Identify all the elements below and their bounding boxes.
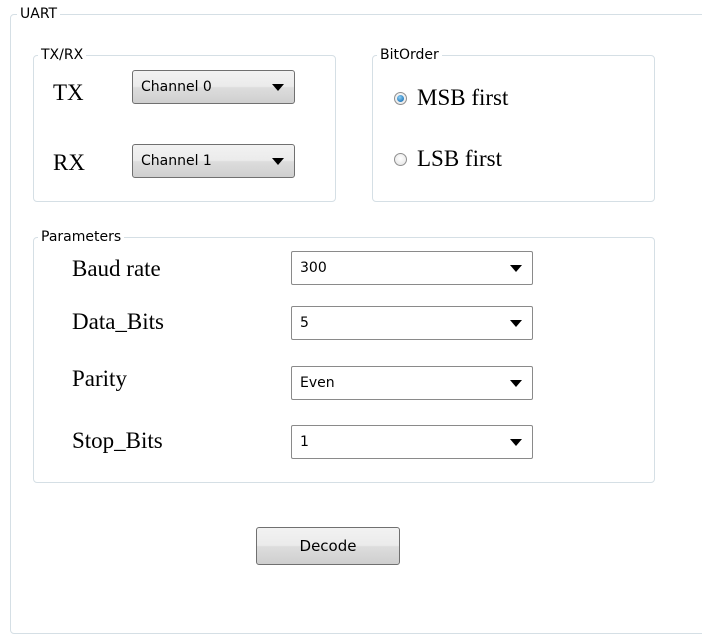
chevron-down-icon [510,264,522,272]
baud-rate-value: 300 [300,260,327,276]
data-bits-value: 5 [300,315,309,331]
chevron-down-icon [510,319,522,327]
rx-channel-value: Channel 1 [141,153,212,169]
baud-rate-label: Baud rate [72,256,161,281]
parity-select[interactable]: Even [291,366,533,400]
tx-label: TX [53,80,84,105]
chevron-down-icon [510,379,522,387]
rx-channel-select[interactable]: Channel 1 [132,144,295,178]
data-bits-label: Data_Bits [72,309,164,334]
msb-first-label: MSB first [417,85,509,110]
tx-channel-value: Channel 0 [141,79,212,95]
stop-bits-label: Stop_Bits [72,428,163,453]
parity-label: Parity [72,366,127,391]
bitorder-legend: BitOrder [377,47,442,63]
radio-unselected-icon[interactable] [394,152,407,166]
baud-rate-select[interactable]: 300 [291,251,533,285]
data-bits-select[interactable]: 5 [291,306,533,340]
radio-selected-icon[interactable] [394,91,407,105]
txrx-legend: TX/RX [38,47,87,63]
stop-bits-select[interactable]: 1 [291,425,533,459]
bitorder-group: BitOrder [372,47,655,202]
parameters-legend: Parameters [38,229,125,245]
chevron-down-icon [272,157,284,165]
lsb-first-radio[interactable]: LSB first [394,146,502,172]
tx-channel-select[interactable]: Channel 0 [132,70,295,104]
uart-legend: UART [17,6,61,22]
stop-bits-value: 1 [300,434,309,450]
chevron-down-icon [272,83,284,91]
chevron-down-icon [510,438,522,446]
msb-first-radio[interactable]: MSB first [394,85,508,111]
decode-button-label: Decode [299,537,357,555]
decode-button[interactable]: Decode [256,527,400,565]
rx-label: RX [53,150,85,175]
parity-value: Even [300,375,335,391]
lsb-first-label: LSB first [417,146,502,171]
